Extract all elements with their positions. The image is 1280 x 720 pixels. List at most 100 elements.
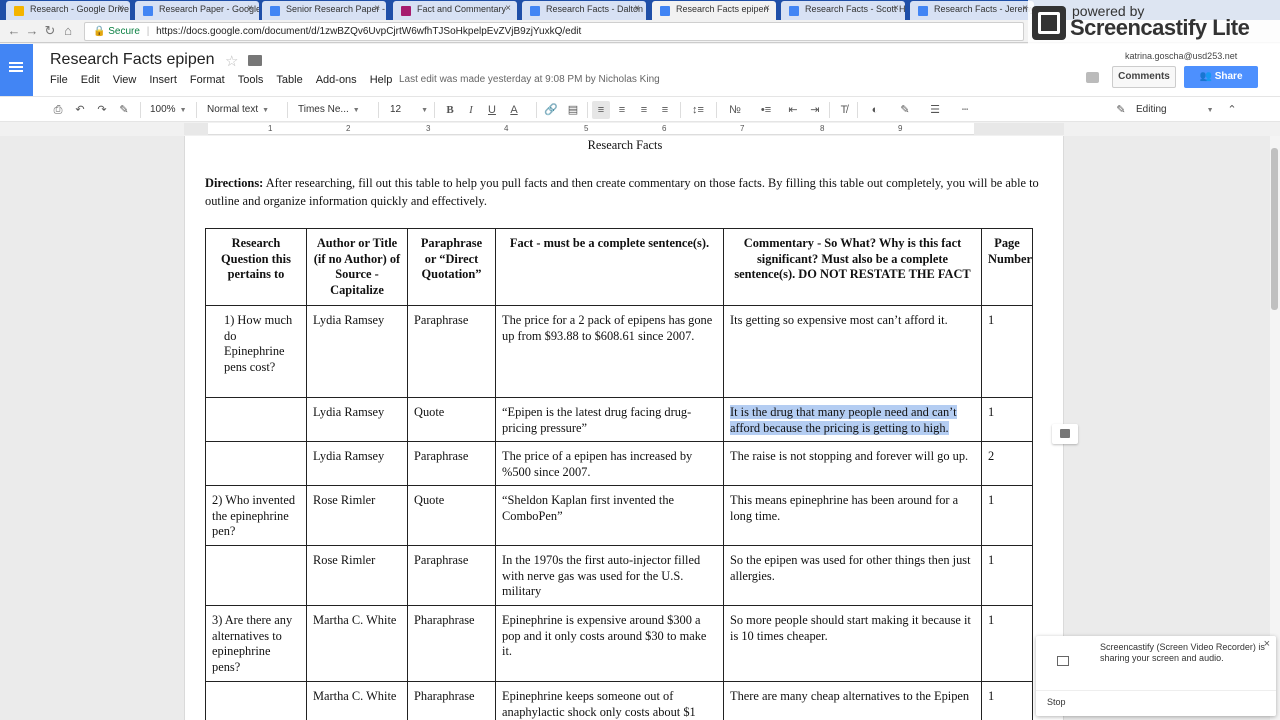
menu-item[interactable]: Format [190, 74, 225, 86]
table-cell[interactable]: Lydia Ramsey [306, 441, 408, 486]
redo-icon[interactable]: ↷ [94, 101, 110, 119]
vertical-scrollbar[interactable] [1270, 136, 1280, 720]
reload-icon[interactable]: ↻ [42, 23, 58, 39]
zoom-select[interactable]: 100% ▼ [150, 101, 187, 119]
add-comment-icon[interactable] [1052, 424, 1078, 444]
table-cell[interactable]: 1 [981, 605, 1033, 682]
collapse-icon[interactable]: ⌃ [1224, 101, 1240, 119]
browser-tab[interactable]: Research Paper - Google × [135, 1, 259, 20]
table-cell[interactable]: 2) Who invented the epinephrine pen? [205, 485, 307, 546]
border-width-icon[interactable]: ☰ [924, 101, 946, 119]
table-cell[interactable]: 2 [981, 441, 1033, 486]
font-size-select[interactable]: 12 ▼ [390, 101, 428, 119]
browser-tab[interactable]: Research Facts epipen × [652, 1, 776, 20]
share-button[interactable]: 👥 Share [1184, 66, 1258, 88]
column-header[interactable]: Research Question this pertains to [205, 228, 307, 306]
table-cell[interactable]: Martha C. White [306, 681, 408, 720]
chat-icon[interactable] [1086, 72, 1099, 83]
table-cell[interactable]: So the epipen was used for other things … [723, 545, 982, 606]
table-cell[interactable]: There are many cheap alternatives to the… [723, 681, 982, 720]
table-cell[interactable]: In the 1970s the first auto-injector fil… [495, 545, 724, 606]
forward-arrow-icon[interactable]: → [24, 23, 40, 39]
browser-tab[interactable]: Research Facts - Jeremy × [910, 1, 1034, 20]
underline-icon[interactable]: U [484, 101, 500, 119]
table-cell[interactable]: Epinephrine is expensive around $300 a p… [495, 605, 724, 682]
table-cell[interactable]: Paraphrase [407, 545, 496, 606]
table-cell[interactable]: 1 [981, 397, 1033, 442]
browser-tab[interactable]: Fact and Commentary × [393, 1, 517, 20]
table-cell[interactable]: 1 [981, 485, 1033, 546]
menu-item[interactable]: Tools [238, 74, 264, 86]
table-cell[interactable]: The raise is not stopping and forever wi… [723, 441, 982, 486]
column-header[interactable]: Page Number [981, 228, 1033, 306]
tab-close-icon[interactable]: × [634, 3, 640, 14]
table-cell[interactable]: Quote [407, 485, 496, 546]
border-dash-icon[interactable]: ┄ [954, 101, 976, 119]
table-cell[interactable]: “Sheldon Kaplan first invented the Combo… [495, 485, 724, 546]
close-icon[interactable]: × [1264, 638, 1270, 650]
last-edit-link[interactable]: Last edit was made yesterday at 9:08 PM … [399, 74, 660, 85]
browser-tab[interactable]: Research Facts - Dalton × [522, 1, 646, 20]
table-cell[interactable]: Pharaphrase [407, 681, 496, 720]
menu-item[interactable]: Edit [81, 74, 100, 86]
column-header[interactable]: Fact - must be a complete sentence(s). [495, 228, 724, 306]
table-cell[interactable]: Paraphrase [407, 441, 496, 486]
menu-item[interactable]: Insert [149, 74, 177, 86]
tab-close-icon[interactable]: × [893, 3, 899, 14]
tab-close-icon[interactable]: × [764, 3, 770, 14]
table-cell[interactable]: Lydia Ramsey [306, 397, 408, 442]
tab-close-icon[interactable]: × [505, 3, 511, 14]
style-select[interactable]: Normal text ▼ [207, 101, 269, 119]
table-cell[interactable] [205, 441, 307, 486]
table-cell[interactable]: “Epipen is the latest drug facing drug-p… [495, 397, 724, 442]
menu-item[interactable]: View [113, 74, 137, 86]
table-cell[interactable]: Rose Rimler [306, 485, 408, 546]
table-cell[interactable]: Rose Rimler [306, 545, 408, 606]
menu-item[interactable]: Help [370, 74, 393, 86]
table-cell[interactable] [205, 545, 307, 606]
table-cell[interactable]: 1 [981, 305, 1033, 398]
undo-icon[interactable]: ↶ [72, 101, 88, 119]
user-email[interactable]: katrina.goscha@usd253.net [1125, 51, 1237, 61]
table-cell[interactable]: Pharaphrase [407, 605, 496, 682]
italic-icon[interactable]: I [463, 101, 479, 119]
table-cell[interactable] [205, 681, 307, 720]
align-left-icon[interactable]: ≡ [592, 101, 610, 119]
table-cell[interactable]: 1) How much do Epinephrine pens cost? [205, 305, 307, 398]
browser-tab[interactable]: Senior Research Paper - × [262, 1, 386, 20]
table-cell[interactable] [205, 397, 307, 442]
table-cell[interactable]: Its getting so expensive most can’t affo… [723, 305, 982, 398]
column-header[interactable]: Author or Title (if no Author) of Source… [306, 228, 408, 306]
paint-format-icon[interactable]: ✎ [116, 101, 132, 119]
docs-home-icon[interactable] [0, 44, 33, 96]
table-cell[interactable]: It is the drug that many people need and… [723, 397, 982, 442]
table-cell[interactable]: 1 [981, 545, 1033, 606]
table-cell[interactable]: Paraphrase [407, 305, 496, 398]
menu-item[interactable]: File [50, 74, 68, 86]
ruler[interactable]: 1 2 3 4 5 6 7 8 9 [184, 123, 1064, 135]
justify-icon[interactable]: ≡ [657, 101, 673, 119]
clear-formatting-icon[interactable]: T̸ [836, 101, 852, 119]
star-icon[interactable]: ☆ [225, 52, 238, 70]
document-title[interactable]: Research Facts epipen [50, 51, 215, 69]
table-cell[interactable]: Epinephrine keeps someone out of anaphyl… [495, 681, 724, 720]
tab-close-icon[interactable]: × [118, 3, 124, 14]
line-spacing-icon[interactable]: ↕≡ [686, 101, 710, 119]
print-icon[interactable]: ⎙ [50, 101, 66, 119]
table-cell[interactable]: Lydia Ramsey [306, 305, 408, 398]
table-cell[interactable]: This means epinephrine has been around f… [723, 485, 982, 546]
increase-indent-icon[interactable]: ⇥ [807, 101, 823, 119]
mode-select[interactable]: Editing ▼ [1136, 101, 1214, 119]
border-color-icon[interactable]: ✎ [894, 101, 916, 119]
column-header[interactable]: Commentary - So What? Why is this fact s… [723, 228, 982, 306]
bulleted-list-icon[interactable]: •≡ [754, 101, 778, 119]
table-cell[interactable]: Martha C. White [306, 605, 408, 682]
comment-icon[interactable]: ▤ [565, 101, 581, 119]
menu-item[interactable]: Table [276, 74, 302, 86]
table-cell[interactable]: The price for a 2 pack of epipens has go… [495, 305, 724, 398]
table-cell[interactable]: So more people should start making it be… [723, 605, 982, 682]
table-cell[interactable]: 3) Are there any alternatives to epineph… [205, 605, 307, 682]
browser-tab[interactable]: Research Facts - Scott H × [781, 1, 905, 20]
decrease-indent-icon[interactable]: ⇤ [785, 101, 801, 119]
table-cell[interactable]: 1 [981, 681, 1033, 720]
